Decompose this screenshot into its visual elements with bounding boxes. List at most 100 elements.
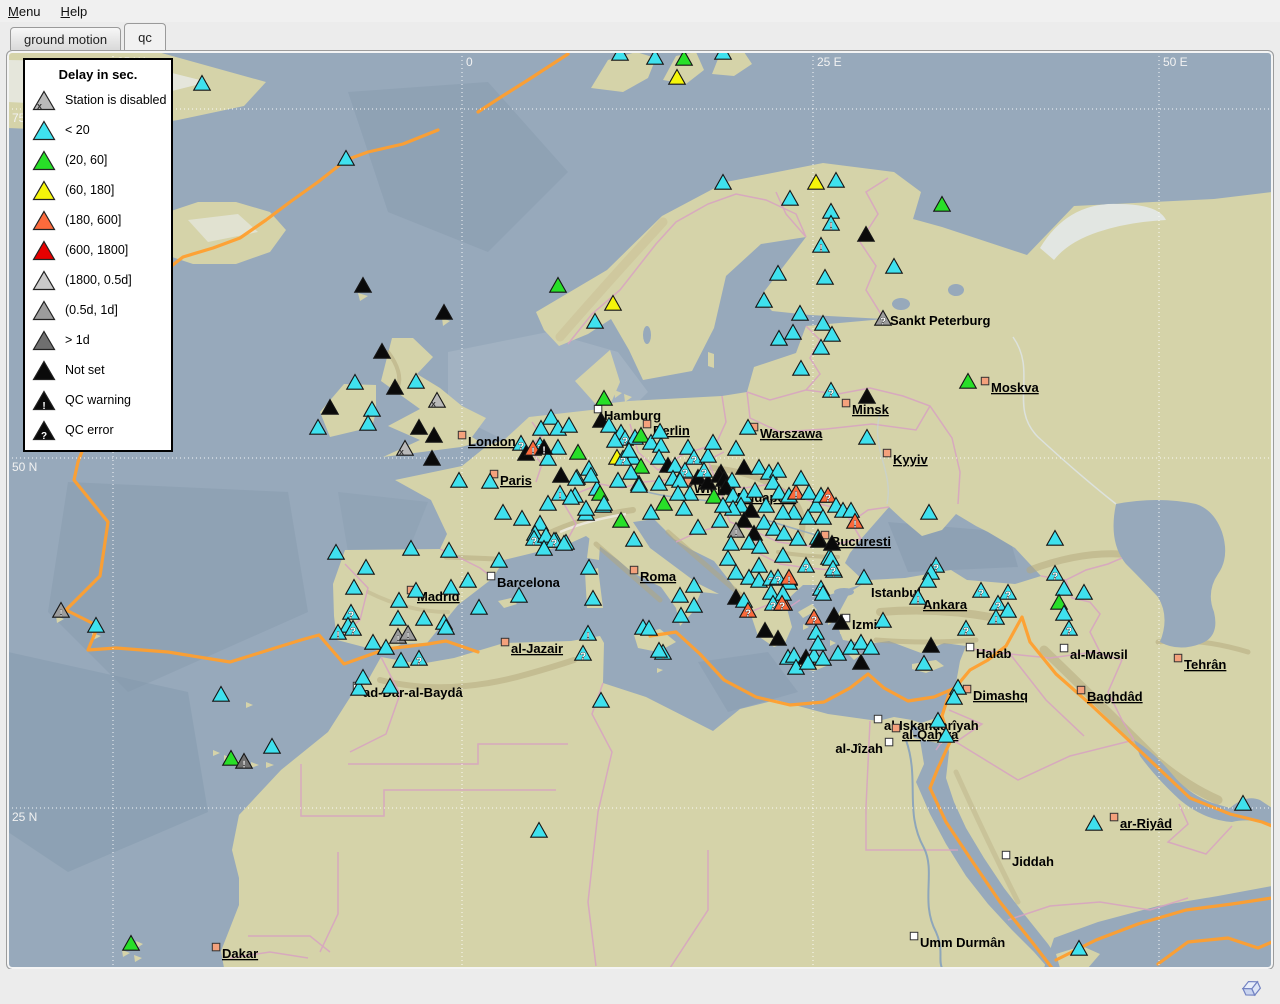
package-icon bbox=[1238, 975, 1264, 999]
city-marker bbox=[501, 638, 509, 646]
legend-item-label: > 1d bbox=[65, 333, 90, 347]
legend-item-label: < 20 bbox=[65, 123, 90, 137]
menu-item-menu[interactable]: Menu bbox=[8, 4, 41, 19]
station-qc-mark: ! bbox=[819, 244, 822, 255]
city-marker bbox=[487, 572, 495, 580]
meridian-label: 50 E bbox=[1163, 55, 1188, 69]
legend-item: (20, 60] bbox=[25, 145, 171, 175]
city-marker bbox=[874, 715, 882, 723]
station-qc-mark: ? bbox=[779, 602, 785, 613]
city-marker bbox=[630, 566, 638, 574]
station-qc-mark: ! bbox=[916, 596, 919, 607]
city-marker bbox=[981, 377, 989, 385]
k-triangle-icon: ! bbox=[32, 390, 56, 411]
station-qc-mark: x bbox=[399, 447, 404, 457]
station-qc-mark: ? bbox=[775, 576, 781, 587]
station-qc-mark: ? bbox=[620, 457, 626, 468]
menubar: Menu Help bbox=[0, 0, 1280, 22]
station-qc-mark: ? bbox=[963, 627, 969, 638]
legend-item-label: (600, 1800] bbox=[65, 243, 128, 257]
city-label: Dakar bbox=[222, 946, 258, 961]
legend-item: (600, 1800] bbox=[25, 235, 171, 265]
tab-ground-motion[interactable]: ground motion bbox=[10, 27, 121, 50]
parallel-label: 25 N bbox=[12, 810, 37, 824]
city-label: al-Jazair bbox=[511, 641, 563, 656]
station-qc-mark: ? bbox=[880, 317, 886, 328]
station-qc-mark: ! bbox=[59, 609, 62, 620]
status-bar bbox=[0, 969, 1280, 1004]
city-marker bbox=[212, 943, 220, 951]
city-label: Halab bbox=[976, 646, 1011, 661]
city-marker bbox=[1002, 851, 1010, 859]
svg-text:x: x bbox=[37, 101, 42, 111]
legend-item-label: (20, 60] bbox=[65, 153, 107, 167]
legend-item-label: (0.5d, 1d] bbox=[65, 303, 118, 317]
r-triangle-icon bbox=[32, 240, 56, 261]
station-qc-mark: ! bbox=[531, 447, 534, 458]
station-qc-mark: ! bbox=[994, 616, 997, 627]
station-qc-mark: ! bbox=[794, 491, 797, 502]
legend-item-label: Not set bbox=[65, 363, 105, 377]
city-label: Paris bbox=[500, 473, 532, 488]
legend-item: > 1d bbox=[25, 325, 171, 355]
station-qc-mark: ! bbox=[853, 520, 856, 531]
legend-item-label: (180, 600] bbox=[65, 213, 121, 227]
k-triangle-icon bbox=[32, 360, 56, 381]
city-label: Moskva bbox=[991, 380, 1039, 395]
city-marker bbox=[883, 449, 891, 457]
station-qc-mark: ? bbox=[978, 589, 984, 600]
city-marker bbox=[910, 932, 918, 940]
city-marker bbox=[1060, 644, 1068, 652]
station-qc-mark: ? bbox=[811, 616, 817, 627]
city-label: Sankt Peterburg bbox=[890, 313, 990, 328]
city-marker bbox=[892, 724, 900, 732]
station-qc-mark: ? bbox=[825, 494, 831, 505]
city-marker bbox=[885, 738, 893, 746]
city-label: Umm Durmân bbox=[920, 935, 1005, 950]
city-label: Warszawa bbox=[760, 426, 823, 441]
map-canvas[interactable]: 25 W025 E50 E75 N50 N25 N LondonParisHam… bbox=[8, 52, 1272, 968]
k-triangle-icon: ? bbox=[32, 420, 56, 441]
menu-item-help[interactable]: Help bbox=[61, 4, 88, 19]
city-marker bbox=[594, 405, 602, 413]
city-label: ar-Riyâd bbox=[1120, 816, 1172, 831]
city-label: Jiddah bbox=[1012, 854, 1054, 869]
city-label: Dimashq bbox=[973, 688, 1028, 703]
station-qc-mark: ? bbox=[1005, 591, 1011, 602]
tab-qc[interactable]: qc bbox=[124, 23, 166, 50]
city-marker bbox=[1110, 813, 1118, 821]
station-qc-mark: ! bbox=[734, 529, 737, 540]
station-qc-mark: ! bbox=[406, 632, 409, 643]
station-qc-mark: ! bbox=[558, 492, 561, 503]
city-marker bbox=[458, 431, 466, 439]
disabled-triangle-icon: x bbox=[32, 90, 56, 111]
c-triangle-icon bbox=[32, 120, 56, 141]
city-label: al-Jîzah bbox=[835, 741, 883, 756]
station-qc-mark: ? bbox=[1052, 572, 1058, 583]
legend-item: (60, 180] bbox=[25, 175, 171, 205]
city-marker bbox=[842, 399, 850, 407]
station-qc-mark: ? bbox=[830, 567, 836, 578]
station-qc-mark: ! bbox=[242, 760, 245, 771]
legend-item: (180, 600] bbox=[25, 205, 171, 235]
legend-item-label: QC warning bbox=[65, 393, 131, 407]
station-qc-mark: ! bbox=[542, 446, 545, 457]
station-qc-mark: ? bbox=[691, 456, 697, 467]
legend-item: xStation is disabled bbox=[25, 85, 171, 115]
station-qc-mark: ! bbox=[586, 632, 589, 643]
legend-item-label: QC error bbox=[65, 423, 114, 437]
station-qc-mark: ? bbox=[745, 609, 751, 620]
station-qc-mark: ? bbox=[803, 564, 809, 575]
city-label: Hamburg bbox=[604, 408, 661, 423]
city-label: Ankara bbox=[923, 597, 968, 612]
legend-item: (0.5d, 1d] bbox=[25, 295, 171, 325]
city-marker bbox=[966, 643, 974, 651]
city-label: Kyyiv bbox=[893, 452, 928, 467]
station-qc-mark: ! bbox=[829, 222, 832, 233]
city-label: Roma bbox=[640, 569, 677, 584]
d2-triangle-icon bbox=[32, 300, 56, 321]
legend-item-label: (1800, 0.5d] bbox=[65, 273, 132, 287]
station-qc-mark: ? bbox=[350, 627, 356, 638]
city-label: ad-Dar-al-Baydâ bbox=[363, 685, 463, 700]
meridian-label: 25 E bbox=[817, 55, 842, 69]
